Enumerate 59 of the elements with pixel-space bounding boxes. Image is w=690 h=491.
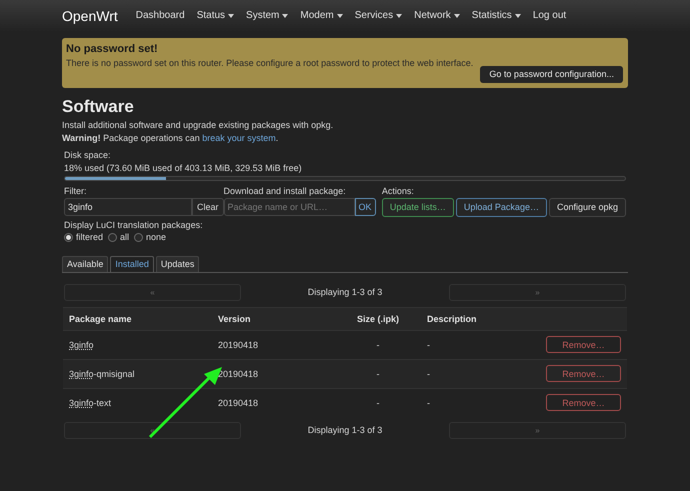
filter-field[interactable]: 3ginfo bbox=[64, 198, 192, 216]
table-cell-text: - bbox=[376, 340, 380, 350]
package-name: 3ginfo-qmisignal bbox=[68, 368, 136, 380]
package-name: 3ginfo bbox=[68, 340, 95, 350]
table-cell: - bbox=[427, 340, 430, 350]
filter-label: Filter: bbox=[64, 186, 88, 196]
radio-label: none bbox=[146, 232, 166, 243]
nav-link[interactable]: Network bbox=[414, 10, 460, 22]
nav-link[interactable]: Services bbox=[354, 10, 402, 22]
remove-button[interactable]: Remove… bbox=[546, 336, 621, 354]
nav-link[interactable]: Statistics bbox=[472, 10, 521, 22]
column-header: Description bbox=[426, 314, 478, 324]
radio-label: all bbox=[120, 232, 130, 243]
radio-label: filtered bbox=[76, 232, 104, 243]
nav-link[interactable]: System bbox=[246, 10, 288, 22]
page-title: Software bbox=[62, 96, 135, 118]
alert-title: No password set! bbox=[66, 43, 159, 56]
alert-message: There is no password set on this router. Please configure a root password to protect the web interface. bbox=[66, 58, 474, 69]
disk-space-label: Disk space: bbox=[64, 150, 112, 161]
table-cell-text: 20190418 bbox=[218, 398, 260, 408]
nav-link[interactable]: Log out bbox=[532, 10, 566, 22]
package-name: 3ginfo-text bbox=[68, 398, 112, 408]
column-header: Size (.ipk) bbox=[356, 314, 400, 324]
table-cell-text: 20190418 bbox=[218, 368, 260, 380]
disk-space-reading: 18% used (73.60 MiB used of 403.13 MiB, 329.53 MiB free) bbox=[64, 162, 303, 174]
action-button[interactable]: Configure opkg bbox=[548, 198, 626, 218]
actions-label: Actions: bbox=[382, 186, 415, 196]
column-header: Package name bbox=[68, 314, 133, 324]
download-label: Download and install package: bbox=[224, 186, 347, 196]
pagination-status: Displaying 1-3 of 3 bbox=[308, 425, 382, 436]
ok-button[interactable]: OK bbox=[354, 198, 376, 216]
action-button[interactable]: Update lists… bbox=[382, 198, 454, 218]
package-url-field[interactable]: Package name or URL… bbox=[224, 198, 355, 216]
table-cell-text: - bbox=[376, 368, 380, 380]
nav-link[interactable]: Dashboard bbox=[136, 10, 185, 22]
column-header: Version bbox=[218, 314, 252, 324]
table-cell-text: 20190418 bbox=[218, 340, 260, 350]
table-cell: - bbox=[427, 368, 430, 380]
tab[interactable]: Updates bbox=[156, 256, 200, 272]
radio-button[interactable] bbox=[108, 233, 118, 242]
pagination-status: Displaying 1-3 of 3 bbox=[308, 287, 382, 298]
clear-button[interactable]: Clear bbox=[192, 198, 224, 216]
translation-label: Display LuCI translation packages: bbox=[64, 220, 204, 232]
action-button[interactable]: Upload Package… bbox=[456, 198, 547, 218]
tab[interactable]: Installed bbox=[110, 256, 154, 272]
remove-button[interactable]: Remove… bbox=[546, 394, 621, 412]
nav-link[interactable]: Status bbox=[196, 10, 234, 22]
break-system-link[interactable]: break your system bbox=[202, 133, 276, 144]
tab[interactable]: Available bbox=[62, 256, 108, 272]
table-cell-text: - bbox=[376, 398, 380, 408]
nav-link[interactable]: Modem bbox=[300, 10, 343, 22]
radio-button[interactable] bbox=[134, 233, 144, 242]
warning-text: Warning! Package operations can break your system. bbox=[62, 133, 280, 144]
brand-logo[interactable]: OpenWrt bbox=[62, 8, 118, 24]
radio-button[interactable] bbox=[64, 233, 73, 242]
page-description: Install additional software and upgrade existing packages with opkg. bbox=[62, 120, 334, 132]
table-cell: - bbox=[427, 398, 430, 408]
remove-button[interactable]: Remove… bbox=[546, 365, 621, 382]
password-config-button[interactable]: Go to password configuration... bbox=[480, 66, 623, 83]
